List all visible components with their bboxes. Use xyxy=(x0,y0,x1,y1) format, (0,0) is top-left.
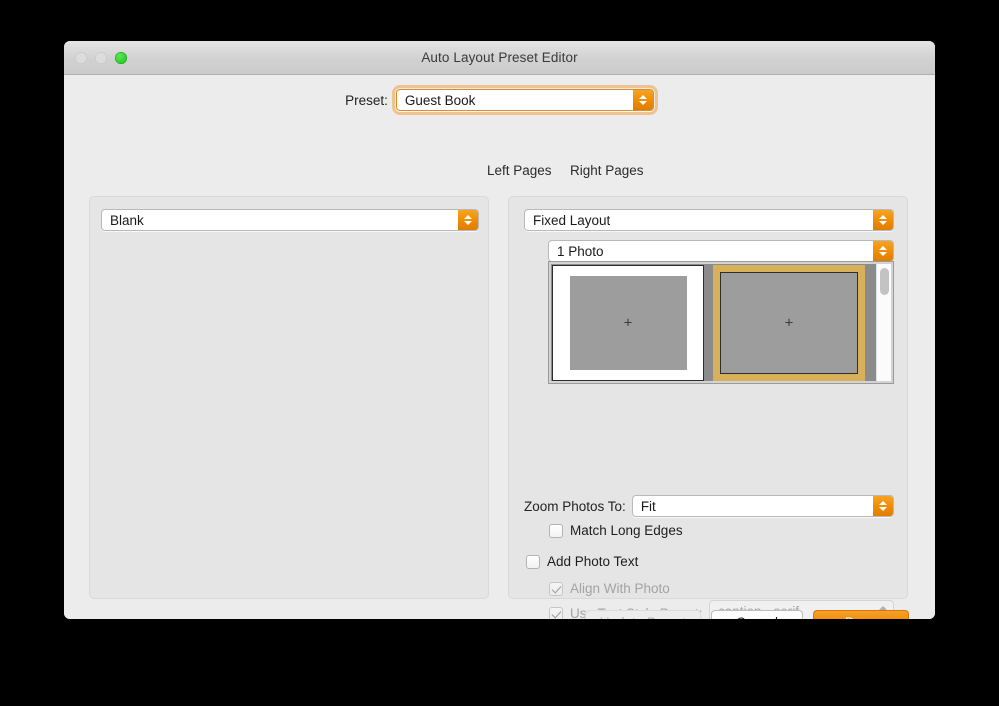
scrollbar-thumb[interactable] xyxy=(880,268,889,295)
left-page-type-value: Blank xyxy=(110,212,144,228)
photo-count-value: 1 Photo xyxy=(557,243,604,259)
use-text-style-preset-checkbox xyxy=(549,606,563,619)
photo-placeholder: + xyxy=(569,276,687,370)
zoom-photos-dropdown[interactable]: Fit xyxy=(631,495,894,517)
zoom-photos-label: Zoom Photos To: xyxy=(524,498,626,514)
add-photo-plus-icon: + xyxy=(784,314,794,332)
photo-placeholder: + xyxy=(720,272,858,374)
match-long-edges-checkbox[interactable] xyxy=(549,523,563,538)
traffic-light-group xyxy=(75,41,127,75)
chevron-updown-icon[interactable] xyxy=(632,90,653,110)
update-preset-button[interactable]: Update Preset xyxy=(584,610,701,619)
chevron-updown-icon[interactable] xyxy=(873,210,893,230)
add-photo-text-label: Add Photo Text xyxy=(547,554,639,569)
left-pages-label: Left Pages xyxy=(487,163,552,178)
preset-dropdown[interactable]: Guest Book xyxy=(391,85,658,115)
left-pages-panel: Blank xyxy=(89,196,489,599)
done-button[interactable]: Done xyxy=(813,610,909,619)
left-page-type-dropdown[interactable]: Blank xyxy=(101,209,479,231)
match-long-edges-label: Match Long Edges xyxy=(570,523,683,538)
layout-thumbnail-cell[interactable]: + xyxy=(552,265,704,381)
preset-label: Preset: xyxy=(345,92,388,108)
thumbnail-page: + xyxy=(552,265,704,381)
chevron-updown-icon[interactable] xyxy=(458,210,478,230)
cancel-button[interactable]: Cancel xyxy=(711,610,803,619)
minimize-button-icon xyxy=(95,52,107,64)
preset-row: Preset: Guest Book xyxy=(64,85,935,115)
window-title: Auto Layout Preset Editor xyxy=(421,50,578,65)
close-button-icon xyxy=(75,52,87,64)
chevron-updown-icon[interactable] xyxy=(873,241,893,261)
match-long-edges-row[interactable]: Match Long Edges xyxy=(549,523,683,538)
align-with-photo-row: Align With Photo xyxy=(549,581,670,596)
auto-layout-preset-editor-window: Auto Layout Preset Editor Preset: Guest … xyxy=(64,41,935,619)
right-layout-type-value: Fixed Layout xyxy=(533,212,611,228)
right-layout-type-dropdown[interactable]: Fixed Layout xyxy=(524,209,894,231)
add-photo-text-checkbox[interactable] xyxy=(526,554,540,569)
align-with-photo-label: Align With Photo xyxy=(570,581,670,596)
add-photo-plus-icon: + xyxy=(623,314,633,332)
add-photo-text-row[interactable]: Add Photo Text xyxy=(526,554,638,569)
dialog-content: Preset: Guest Book Left Pages Right Page… xyxy=(64,75,935,619)
vertical-scrollbar[interactable] xyxy=(876,264,891,381)
zoom-button-icon[interactable] xyxy=(115,52,127,64)
layout-thumbnail-grid: + + xyxy=(552,265,875,383)
photo-count-dropdown[interactable]: 1 Photo xyxy=(548,240,894,262)
zoom-photos-value: Fit xyxy=(640,498,656,514)
right-pages-label: Right Pages xyxy=(570,163,644,178)
preset-dropdown-value: Guest Book xyxy=(404,92,476,108)
right-pages-panel: Fixed Layout 1 Photo + + Zoom Photos To:… xyxy=(508,196,908,619)
zoom-photos-row: Zoom Photos To: Fit xyxy=(524,495,894,517)
selection-frame: + xyxy=(713,265,865,381)
window-titlebar: Auto Layout Preset Editor xyxy=(64,41,935,75)
dialog-footer: Update Preset Cancel Done xyxy=(584,610,909,619)
layout-thumbnail-cell[interactable]: + xyxy=(713,265,865,381)
align-with-photo-checkbox xyxy=(549,581,563,596)
chevron-updown-icon[interactable] xyxy=(873,496,893,516)
layout-thumbnail-scrollarea[interactable]: + + xyxy=(548,261,894,384)
